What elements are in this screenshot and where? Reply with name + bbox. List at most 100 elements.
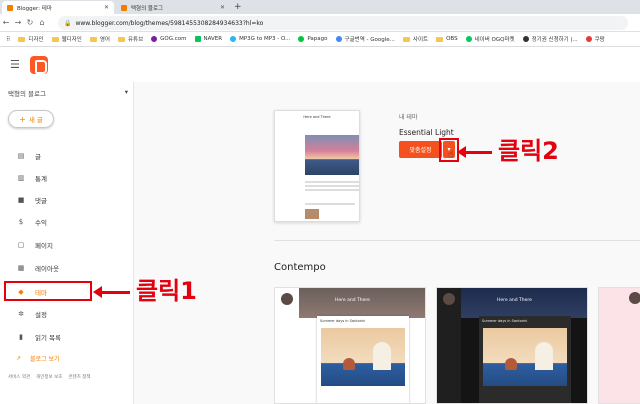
bookmark-item[interactable]: 웹디자인 [51,35,82,43]
tab-title: Blogger: 테마 [17,5,52,12]
folder-icon [51,36,59,42]
arrow-click1 [93,286,130,298]
theme-card-partial[interactable] [598,287,640,404]
santorini-image [305,135,359,175]
current-theme-preview[interactable]: Here and There [274,110,360,222]
reload-icon[interactable]: ↻ [24,18,36,27]
arrow-click2 [457,146,492,158]
sidebar-item-reading-list[interactable]: ▮ 읽기 목록 [0,328,133,346]
folder-icon [402,36,410,42]
folder-icon [18,36,26,42]
url-text: www.blogger.com/blog/themes/598145530828… [75,19,264,27]
settings-icon: ✲ [18,310,24,318]
new-post-button[interactable]: + 새 글 [8,110,54,128]
blog-name: 택형의 블로그 [8,90,46,98]
blog-selector[interactable]: 택형의 블로그 ▾ [8,88,128,98]
avatar [629,292,640,304]
my-theme-label: 내 테마 [399,114,418,121]
bookmark-item[interactable]: OBS [436,36,458,42]
bookmark-item[interactable]: 사이트 [402,35,428,43]
pass-icon [522,36,529,42]
plus-icon: + [19,114,26,124]
card-post: Summer days in Santorini [479,316,571,403]
home-icon[interactable]: ⌂ [36,18,48,27]
post-image [321,328,405,386]
browser-tab-strip: Blogger: 테마 ✕ 택형의 블로그 ✕ + [0,0,640,14]
comments-icon: ■ [17,196,25,204]
screen: Blogger: 테마 ✕ 택형의 블로그 ✕ + ← → ↻ ⌂ 🔒 www.… [0,0,640,404]
windmill-shape [373,342,391,370]
annotation-click1: 클릭1 [136,277,197,305]
blogger-favicon-icon [7,4,13,11]
new-tab-button[interactable]: + [234,1,242,13]
sidebar: 택형의 블로그 ▾ + 새 글 ▤ 글 ▥ 통계 ■ 댓글 $ 수익 ▢ 페이지 ▦ 레이아… [0,82,134,404]
bookmark-item[interactable]: Papago [298,36,328,42]
sidebar-item-posts[interactable]: ▤ 글 [0,147,133,165]
folder-icon [89,36,97,42]
bookmark-item[interactable]: GOG.com [151,36,187,42]
card-side-panel [275,288,299,403]
menu-icon[interactable]: ☰ [10,59,20,70]
chevron-down-icon: ▾ [124,88,128,96]
bookmarks-bar: ⠿ 디자인 웹디자인 영어 유튜브 GOG.com NAVER MP3G to … [0,32,640,47]
view-blog-link[interactable]: ↗ 블로그 보기 [16,354,60,363]
bookmark-item[interactable]: NAVER [194,36,222,42]
card-background [599,288,640,403]
back-icon[interactable]: ← [0,18,12,27]
reading-list-icon: ▮ [19,333,23,341]
folder-icon [117,36,125,42]
external-link-icon: ↗ [16,355,22,362]
bookmark-item[interactable]: 영어 [89,35,110,43]
text-line [305,189,359,191]
card-side-panel [437,288,461,403]
sidebar-item-stats[interactable]: ▥ 통계 [0,169,133,187]
section-divider [274,240,640,241]
card-title: Here and There [335,298,370,303]
app-header: ☰ [0,48,640,82]
bookmark-item[interactable]: 쿠팡 [585,35,605,43]
bookmark-item[interactable]: 유튜브 [117,35,143,43]
sidebar-item-earnings[interactable]: $ 수익 [0,213,133,231]
sidebar-item-pages[interactable]: ▢ 페이지 [0,236,133,254]
bookmark-item[interactable]: MP3G to MP3 - O... [230,36,290,42]
cursor-hand-icon: ☝ [448,150,454,160]
blogger-logo-icon[interactable] [30,56,48,74]
content-policy-link[interactable]: 콘텐츠 정책 [68,374,90,380]
text-line [305,185,359,187]
vase-shape [343,358,355,370]
text-line [305,203,355,205]
my-theme-name: Essential Light [399,128,454,137]
close-icon[interactable]: ✕ [104,4,109,11]
bookmark-item[interactable]: 네이버 OGQ마켓 [465,35,515,43]
stats-icon: ▥ [17,174,25,182]
folder-icon [436,36,444,42]
windmill-shape [535,342,553,370]
gog-icon [151,36,158,42]
terms-link[interactable]: 서비스 약관 [8,374,30,380]
sidebar-item-comments[interactable]: ■ 댓글 [0,191,133,209]
customize-button[interactable]: 맞춤설정 [399,141,442,158]
vase-shape [505,358,517,370]
close-icon[interactable]: ✕ [220,4,225,11]
privacy-link[interactable]: 개인정보 보호 [36,374,62,380]
theme-card-dark[interactable]: Here and There Summer days in Santorini [436,287,588,404]
pages-icon: ▢ [17,241,25,249]
theme-card-light[interactable]: Here and There Summer days in Santorini [274,287,426,404]
blogger-favicon-icon [121,4,127,11]
ogq-icon [465,36,472,42]
tab-blogger-theme[interactable]: Blogger: 테마 ✕ [2,1,114,14]
bookmark-item[interactable]: 정기권 신청하기 |... [522,35,578,43]
avatar [281,293,293,305]
section-title: Contempo [274,262,326,273]
card-post: Summer days in Santorini [317,316,409,403]
tab-blog[interactable]: 택형의 블로그 ✕ [116,1,230,14]
apps-icon[interactable]: ⠿ [6,36,10,43]
forward-icon[interactable]: → [12,18,24,27]
sidebar-item-layout[interactable]: ▦ 레이아웃 [0,259,133,277]
bookmark-item[interactable]: 구글번역 - Google... [335,35,395,43]
address-bar[interactable]: 🔒 www.blogger.com/blog/themes/5981455308… [58,16,628,30]
bookmark-item[interactable]: 디자인 [18,35,44,43]
posts-icon: ▤ [17,152,25,160]
annotation-click2: 클릭2 [498,137,559,165]
sidebar-item-settings[interactable]: ✲ 설정 [0,305,133,323]
